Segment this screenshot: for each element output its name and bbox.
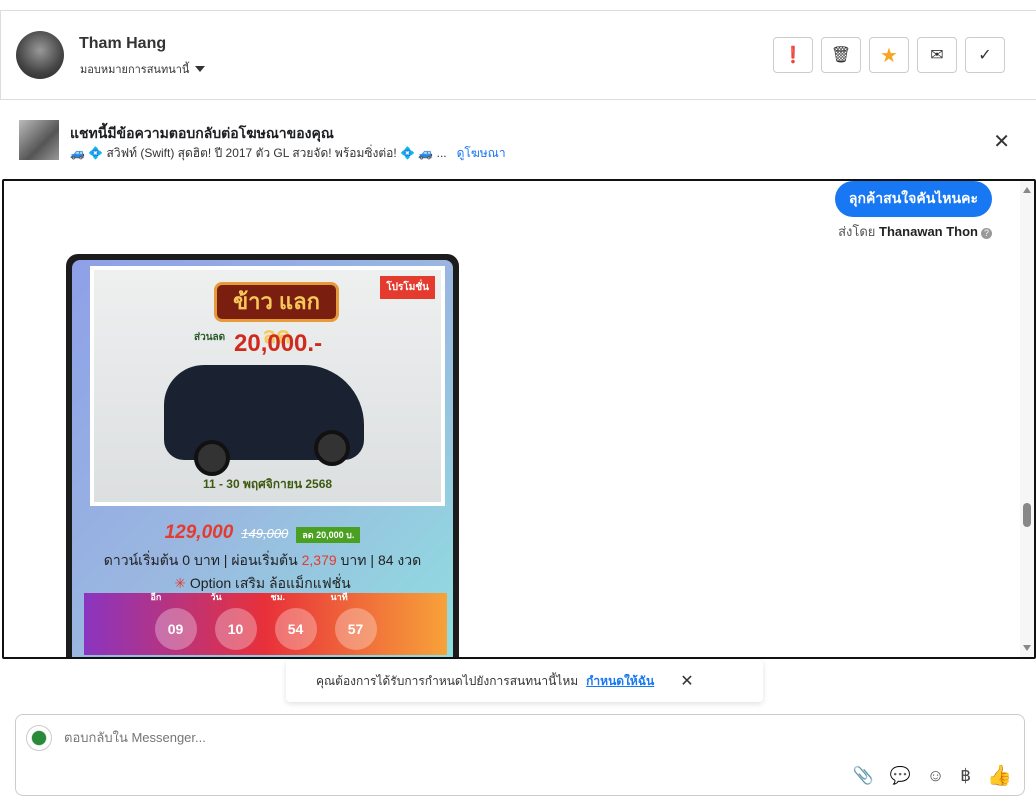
mark-done-button[interactable]: ✓ [965, 37, 1005, 73]
ad-subtitle: 🚙 💠 สวิฟท์ (Swift) สุดฮิต! ปี 2017 ตัว G… [70, 144, 506, 163]
conversation-header: Tham Hang มอบหมายการสนทนานี้ ❗ 🗑 ★ ✉ ✓ [0, 11, 1036, 100]
mail-icon: ✉ [930, 47, 944, 64]
down-text: ดาวน์เริ่มต้น 0 บาท | ผ่อนเริ่มต้น [103, 552, 302, 568]
price-row: 129,000 149,000 ลด 20,000 บ. [72, 522, 453, 544]
price-new: 129,000 [164, 522, 234, 543]
assign-dropdown[interactable]: มอบหมายการสนทนานี้ [80, 60, 206, 78]
page-avatar [26, 725, 52, 751]
ad-text: 🚙 💠 สวิฟท์ (Swift) สุดฮิต! ปี 2017 ตัว G… [70, 146, 447, 160]
countdown-unit: วัน 10 [211, 592, 257, 650]
like-icon[interactable]: 👍 [987, 763, 1012, 788]
emoji-icon[interactable]: ☺ [927, 766, 944, 786]
ad-thumbnail [19, 120, 59, 160]
sent-by: ส่งโดย Thanawan Thon? [838, 221, 992, 242]
countdown-unit: นาที 57 [331, 592, 377, 650]
star-icon: ★ [880, 44, 898, 67]
avatar[interactable] [16, 31, 64, 79]
asterisk-icon: ✳ [174, 575, 186, 591]
mark-unread-button[interactable]: ✉ [917, 37, 957, 73]
close-icon[interactable]: ✕ [993, 129, 1010, 154]
countdown-value: 10 [227, 621, 244, 637]
report-button[interactable]: ❗ [773, 37, 813, 73]
countdown-unit: ชม. 54 [271, 592, 317, 650]
car-photo: ข้าว แลก ลด โปรโมชั่น ส่วนลด 20,000.- 11… [90, 266, 445, 506]
delete-button[interactable]: 🗑 [821, 37, 861, 73]
wheel [314, 430, 350, 466]
promo-tag: โปรโมชั่น [380, 276, 435, 299]
toast-text: คุณต้องการได้รับการกำหนดไปยังการสนทนานี้… [316, 673, 579, 688]
option-line: ✳ Option เสริม ล้อแม็กแฟชั่น [72, 573, 453, 595]
reply-composer: 📎 💬 ☺ ฿ 👍 [15, 714, 1025, 796]
discount-label: ส่วนลด [194, 332, 226, 343]
check-icon: ✓ [978, 47, 992, 64]
countdown-unit: อีก 09 [151, 592, 197, 650]
term-text: บาท | 84 งวด [336, 552, 422, 568]
message-bubble: ลุกค้าสนใจคันไหนคะ [834, 181, 992, 217]
message-thread: ลุกค้าสนใจคันไหนคะ ส่งโดย Thanawan Thon?… [2, 179, 1036, 659]
composer-tools: 📎 💬 ☺ ฿ 👍 [853, 763, 1012, 788]
countdown-label: นาที [330, 592, 348, 602]
assign-toast: คุณต้องการได้รับการกำหนดไปยังการสนทนานี้… [286, 660, 763, 702]
installment: 2,379 [301, 552, 337, 568]
assign-label: มอบหมายการสนทนานี้ [80, 64, 190, 76]
wheel [194, 440, 230, 476]
countdown-value: 09 [167, 621, 184, 637]
countdown-label: ชม. [270, 592, 286, 602]
ad-title: แชทนี้มีข้อความตอบกลับต่อโฆษณาของคุณ [70, 125, 334, 141]
help-icon[interactable]: ? [981, 228, 992, 239]
sent-by-prefix: ส่งโดย [838, 224, 876, 239]
scroll-up-icon[interactable] [1023, 187, 1031, 193]
view-ad-link[interactable]: ดูโฆษณา [457, 146, 506, 160]
alert-icon: ❗ [783, 47, 803, 64]
reply-input[interactable] [64, 730, 764, 745]
attach-icon[interactable]: 📎 [853, 766, 874, 786]
assign-to-me-link[interactable]: กำหนดให้ฉัน [586, 672, 654, 691]
finance-line: ดาวน์เริ่มต้น 0 บาท | ผ่อนเริ่มต้น 2,379… [72, 550, 453, 572]
banner-text: ข้าว แลก ลด [214, 282, 339, 348]
price-badge: ลด 20,000 บ. [296, 527, 361, 543]
discount-amount: 20,000.- [234, 330, 323, 357]
countdown: อีก 09 วัน 10 ชม. 54 นาที 57 [84, 592, 447, 655]
scroll-down-icon[interactable] [1023, 645, 1031, 651]
countdown-label: วัน [210, 592, 222, 602]
header-actions: ❗ 🗑 ★ ✉ ✓ [773, 37, 1005, 73]
sender-name: Thanawan Thon [879, 224, 978, 239]
countdown-label: อีก [150, 592, 162, 602]
ad-reply-bar: แชทนี้มีข้อความตอบกลับต่อโฆษณาของคุณ 🚙 💠… [0, 101, 1036, 178]
countdown-value: 57 [347, 621, 364, 637]
star-button[interactable]: ★ [869, 37, 909, 73]
trash-icon: 🗑 [830, 47, 852, 64]
saved-reply-icon[interactable]: 💬 [890, 766, 911, 786]
countdown-value: 54 [287, 621, 304, 637]
image-attachment[interactable]: ข้าว แลก ลด โปรโมชั่น ส่วนลด 20,000.- 11… [66, 254, 459, 657]
caret-down-icon [195, 66, 206, 72]
close-icon[interactable]: ✕ [680, 671, 693, 691]
promo-date: 11 - 30 พฤศจิกายน 2568 [202, 477, 333, 491]
scroll-thumb[interactable] [1023, 503, 1031, 527]
contact-name[interactable]: Tham Hang [79, 35, 166, 53]
option-text: Option เสริม ล้อแม็กแฟชั่น [189, 575, 351, 591]
currency-icon[interactable]: ฿ [960, 766, 971, 786]
price-old: 149,000 [241, 526, 289, 541]
scrollbar[interactable] [1020, 181, 1034, 657]
